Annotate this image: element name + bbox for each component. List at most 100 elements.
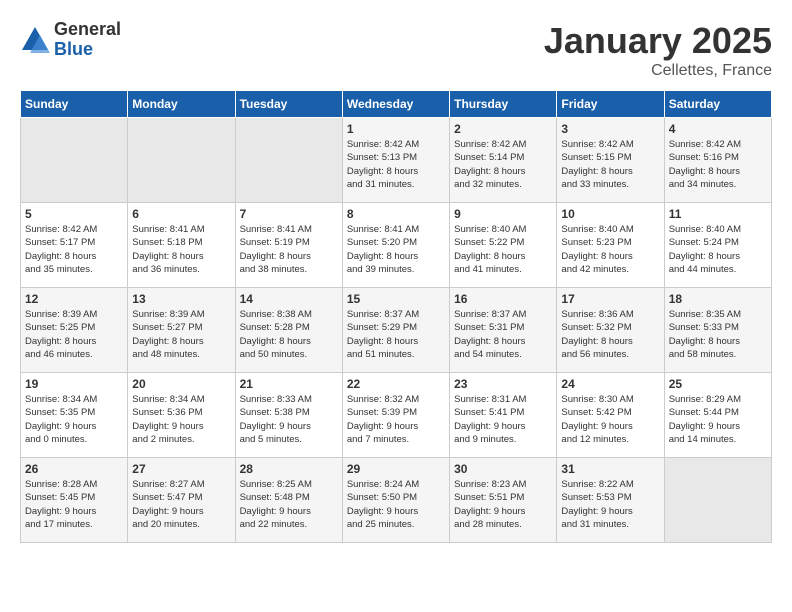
week-row-5: 26Sunrise: 8:28 AM Sunset: 5:45 PM Dayli… xyxy=(21,458,772,543)
cell-info: Sunrise: 8:42 AM Sunset: 5:14 PM Dayligh… xyxy=(454,138,552,191)
cell-info: Sunrise: 8:40 AM Sunset: 5:23 PM Dayligh… xyxy=(561,223,659,276)
day-number: 29 xyxy=(347,462,445,476)
day-number: 13 xyxy=(132,292,230,306)
calendar-cell: 10 Sunrise: 8:40 AM Sunset: 5:23 PM Dayli… xyxy=(557,203,664,288)
cell-info: Sunrise: 8:23 AM Sunset: 5:51 PM Dayligh… xyxy=(454,478,552,531)
cell-info: Sunrise: 8:34 AM Sunset: 5:35 PM Dayligh… xyxy=(25,393,123,446)
cell-info: Sunrise: 8:40 AM Sunset: 5:24 PM Dayligh… xyxy=(669,223,767,276)
day-number: 2 xyxy=(454,122,552,136)
cell-info: Sunrise: 8:39 AM Sunset: 5:27 PM Dayligh… xyxy=(132,308,230,361)
day-number: 30 xyxy=(454,462,552,476)
calendar-cell: 11 Sunrise: 8:40 AM Sunset: 5:24 PM Dayli… xyxy=(664,203,771,288)
calendar-cell: 14 Sunrise: 8:38 AM Sunset: 5:28 PM Dayli… xyxy=(235,288,342,373)
day-number: 21 xyxy=(240,377,338,391)
day-number: 3 xyxy=(561,122,659,136)
title-block: January 2025 Cellettes, France xyxy=(544,20,772,80)
cell-info: Sunrise: 8:30 AM Sunset: 5:42 PM Dayligh… xyxy=(561,393,659,446)
header-monday: Monday xyxy=(128,91,235,118)
month-title: January 2025 xyxy=(544,20,772,62)
day-number: 9 xyxy=(454,207,552,221)
cell-info: Sunrise: 8:34 AM Sunset: 5:36 PM Dayligh… xyxy=(132,393,230,446)
day-number: 27 xyxy=(132,462,230,476)
day-number: 31 xyxy=(561,462,659,476)
calendar-table: SundayMondayTuesdayWednesdayThursdayFrid… xyxy=(20,90,772,543)
calendar-cell: 9 Sunrise: 8:40 AM Sunset: 5:22 PM Daylig… xyxy=(450,203,557,288)
calendar-cell: 2 Sunrise: 8:42 AM Sunset: 5:14 PM Daylig… xyxy=(450,118,557,203)
day-number: 1 xyxy=(347,122,445,136)
calendar-cell: 23 Sunrise: 8:31 AM Sunset: 5:41 PM Dayli… xyxy=(450,373,557,458)
calendar-cell: 12 Sunrise: 8:39 AM Sunset: 5:25 PM Dayli… xyxy=(21,288,128,373)
calendar-cell: 26Sunrise: 8:28 AM Sunset: 5:45 PM Dayli… xyxy=(21,458,128,543)
cell-info: Sunrise: 8:37 AM Sunset: 5:29 PM Dayligh… xyxy=(347,308,445,361)
calendar-cell: 30 Sunrise: 8:23 AM Sunset: 5:51 PM Dayli… xyxy=(450,458,557,543)
cell-info: Sunrise: 8:38 AM Sunset: 5:28 PM Dayligh… xyxy=(240,308,338,361)
week-row-2: 5Sunrise: 8:42 AM Sunset: 5:17 PM Daylig… xyxy=(21,203,772,288)
calendar-cell: 22Sunrise: 8:32 AM Sunset: 5:39 PM Dayli… xyxy=(342,373,449,458)
cell-info: Sunrise: 8:31 AM Sunset: 5:41 PM Dayligh… xyxy=(454,393,552,446)
day-number: 10 xyxy=(561,207,659,221)
day-number: 28 xyxy=(240,462,338,476)
day-number: 4 xyxy=(669,122,767,136)
cell-info: Sunrise: 8:41 AM Sunset: 5:19 PM Dayligh… xyxy=(240,223,338,276)
week-row-3: 12 Sunrise: 8:39 AM Sunset: 5:25 PM Dayli… xyxy=(21,288,772,373)
cell-info: Sunrise: 8:42 AM Sunset: 5:16 PM Dayligh… xyxy=(669,138,767,191)
calendar-cell xyxy=(235,118,342,203)
calendar-cell: 24Sunrise: 8:30 AM Sunset: 5:42 PM Dayli… xyxy=(557,373,664,458)
calendar-cell: 13 Sunrise: 8:39 AM Sunset: 5:27 PM Dayli… xyxy=(128,288,235,373)
day-number: 25 xyxy=(669,377,767,391)
cell-info: Sunrise: 8:39 AM Sunset: 5:25 PM Dayligh… xyxy=(25,308,123,361)
logo: General Blue xyxy=(20,20,121,60)
cell-info: Sunrise: 8:42 AM Sunset: 5:15 PM Dayligh… xyxy=(561,138,659,191)
week-row-4: 19 Sunrise: 8:34 AM Sunset: 5:35 PM Dayli… xyxy=(21,373,772,458)
day-number: 20 xyxy=(132,377,230,391)
calendar-cell: 4 Sunrise: 8:42 AM Sunset: 5:16 PM Daylig… xyxy=(664,118,771,203)
calendar-cell: 20 Sunrise: 8:34 AM Sunset: 5:36 PM Dayli… xyxy=(128,373,235,458)
calendar-cell xyxy=(21,118,128,203)
header-wednesday: Wednesday xyxy=(342,91,449,118)
cell-info: Sunrise: 8:33 AM Sunset: 5:38 PM Dayligh… xyxy=(240,393,338,446)
day-number: 14 xyxy=(240,292,338,306)
cell-info: Sunrise: 8:29 AM Sunset: 5:44 PM Dayligh… xyxy=(669,393,767,446)
day-number: 19 xyxy=(25,377,123,391)
cell-info: Sunrise: 8:25 AM Sunset: 5:48 PM Dayligh… xyxy=(240,478,338,531)
header-saturday: Saturday xyxy=(664,91,771,118)
calendar-cell: 16 Sunrise: 8:37 AM Sunset: 5:31 PM Dayli… xyxy=(450,288,557,373)
logo-text: General Blue xyxy=(54,20,121,60)
calendar-cell: 27 Sunrise: 8:27 AM Sunset: 5:47 PM Dayli… xyxy=(128,458,235,543)
calendar-cell: 25 Sunrise: 8:29 AM Sunset: 5:44 PM Dayli… xyxy=(664,373,771,458)
calendar-cell: 7 Sunrise: 8:41 AM Sunset: 5:19 PM Daylig… xyxy=(235,203,342,288)
logo-icon xyxy=(20,25,50,55)
day-number: 16 xyxy=(454,292,552,306)
week-row-1: 1Sunrise: 8:42 AM Sunset: 5:13 PM Daylig… xyxy=(21,118,772,203)
calendar-cell xyxy=(128,118,235,203)
cell-info: Sunrise: 8:28 AM Sunset: 5:45 PM Dayligh… xyxy=(25,478,123,531)
cell-info: Sunrise: 8:27 AM Sunset: 5:47 PM Dayligh… xyxy=(132,478,230,531)
logo-general-text: General xyxy=(54,20,121,40)
day-number: 11 xyxy=(669,207,767,221)
calendar-cell: 1Sunrise: 8:42 AM Sunset: 5:13 PM Daylig… xyxy=(342,118,449,203)
header-thursday: Thursday xyxy=(450,91,557,118)
cell-info: Sunrise: 8:24 AM Sunset: 5:50 PM Dayligh… xyxy=(347,478,445,531)
day-number: 23 xyxy=(454,377,552,391)
cell-info: Sunrise: 8:22 AM Sunset: 5:53 PM Dayligh… xyxy=(561,478,659,531)
day-number: 12 xyxy=(25,292,123,306)
day-number: 8 xyxy=(347,207,445,221)
cell-info: Sunrise: 8:40 AM Sunset: 5:22 PM Dayligh… xyxy=(454,223,552,276)
calendar-cell: 28 Sunrise: 8:25 AM Sunset: 5:48 PM Dayli… xyxy=(235,458,342,543)
day-number: 18 xyxy=(669,292,767,306)
calendar-cell: 6Sunrise: 8:41 AM Sunset: 5:18 PM Daylig… xyxy=(128,203,235,288)
location: Cellettes, France xyxy=(544,62,772,80)
cell-info: Sunrise: 8:35 AM Sunset: 5:33 PM Dayligh… xyxy=(669,308,767,361)
header-tuesday: Tuesday xyxy=(235,91,342,118)
calendar-cell: 8 Sunrise: 8:41 AM Sunset: 5:20 PM Daylig… xyxy=(342,203,449,288)
calendar-cell: 15 Sunrise: 8:37 AM Sunset: 5:29 PM Dayli… xyxy=(342,288,449,373)
header-friday: Friday xyxy=(557,91,664,118)
calendar-cell: 5Sunrise: 8:42 AM Sunset: 5:17 PM Daylig… xyxy=(21,203,128,288)
calendar-cell: 18 Sunrise: 8:35 AM Sunset: 5:33 PM Dayli… xyxy=(664,288,771,373)
page-header: General Blue January 2025 Cellettes, Fra… xyxy=(20,20,772,80)
day-number: 15 xyxy=(347,292,445,306)
cell-info: Sunrise: 8:37 AM Sunset: 5:31 PM Dayligh… xyxy=(454,308,552,361)
cell-info: Sunrise: 8:41 AM Sunset: 5:20 PM Dayligh… xyxy=(347,223,445,276)
day-number: 22 xyxy=(347,377,445,391)
day-number: 7 xyxy=(240,207,338,221)
